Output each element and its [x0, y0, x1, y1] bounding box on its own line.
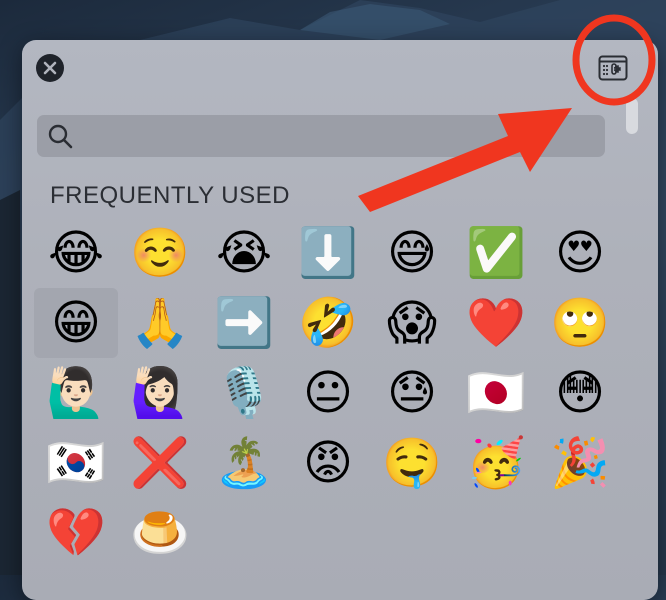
emoji-cell[interactable]: 🎙️ — [202, 358, 286, 428]
emoji-cell[interactable]: 😍 — [538, 218, 622, 288]
emoji-cell[interactable]: 😱 — [370, 288, 454, 358]
emoji-cell[interactable]: 😂 — [34, 218, 118, 288]
emoji-cell[interactable]: 😡 — [286, 428, 370, 498]
emoji-cell[interactable]: 💔 — [34, 498, 118, 568]
emoji-cell[interactable]: 😭 — [202, 218, 286, 288]
emoji-cell[interactable]: 😳 — [538, 358, 622, 428]
emoji-cell[interactable]: 🙋🏻‍♀️ — [118, 358, 202, 428]
emoji-cell[interactable]: 🙏 — [118, 288, 202, 358]
emoji-cell[interactable]: ⬇️ — [286, 218, 370, 288]
emoji-grid: 😂 ☺️ 😭 ⬇️ 😅 ✅ 😍 😁 🙏 ➡️ 🤣 😱 ❤️ 🙄 🙋🏻‍♂️ 🙋🏻‍♀️ 🎙️ 😐 😓 🇯🇵 😳 🇰🇷 ❌ 🏝️… — [34, 218, 624, 568]
emoji-cell[interactable]: ✅ — [454, 218, 538, 288]
emoji-cell[interactable]: ☺️ — [118, 218, 202, 288]
section-title: FREQUENTLY USED — [50, 182, 290, 209]
search-input[interactable] — [75, 117, 605, 155]
emoji-search-field[interactable] — [37, 115, 605, 157]
emoji-cell[interactable]: 🤤 — [370, 428, 454, 498]
emoji-cell[interactable]: 😐 — [286, 358, 370, 428]
emoji-cell[interactable]: 🥳 — [454, 428, 538, 498]
emoji-cell[interactable]: 🇯🇵 — [454, 358, 538, 428]
emoji-cell[interactable]: 🏝️ — [202, 428, 286, 498]
search-icon — [48, 124, 73, 149]
character-viewer-button[interactable] — [597, 54, 629, 82]
scrollbar-thumb[interactable] — [626, 98, 638, 134]
emoji-cell[interactable]: 😁 — [34, 288, 118, 358]
emoji-cell[interactable]: ➡️ — [202, 288, 286, 358]
emoji-cell[interactable]: 🎉 — [538, 428, 622, 498]
emoji-cell[interactable]: 😅 — [370, 218, 454, 288]
emoji-cell[interactable]: 😓 — [370, 358, 454, 428]
close-button[interactable] — [36, 54, 64, 82]
emoji-cell[interactable]: ❌ — [118, 428, 202, 498]
character-viewer-icon — [598, 55, 628, 81]
emoji-cell[interactable]: ❤️ — [454, 288, 538, 358]
close-icon — [43, 61, 57, 75]
emoji-cell[interactable]: 🙄 — [538, 288, 622, 358]
emoji-cell[interactable]: 🙋🏻‍♂️ — [34, 358, 118, 428]
emoji-cell[interactable]: 🤣 — [286, 288, 370, 358]
emoji-picker-panel: FREQUENTLY USED 😂 ☺️ 😭 ⬇️ 😅 ✅ 😍 😁 🙏 ➡️ 🤣 😱 ❤️ 🙄 🙋🏻‍♂️ 🙋… — [22, 40, 658, 600]
emoji-cell[interactable]: 🍮 — [118, 498, 202, 568]
emoji-cell[interactable]: 🇰🇷 — [34, 428, 118, 498]
